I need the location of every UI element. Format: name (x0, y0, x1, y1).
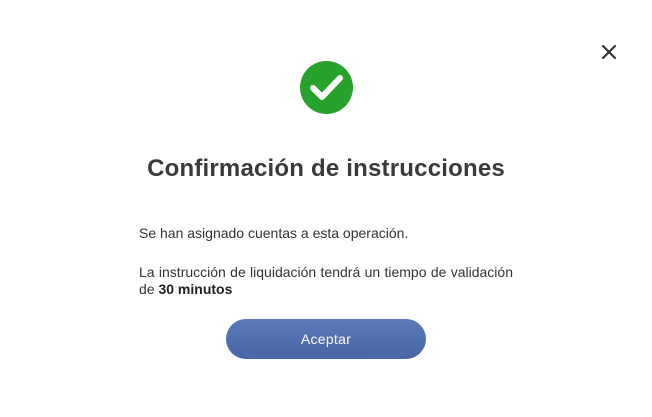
close-button[interactable] (598, 41, 620, 63)
confirmation-dialog: Confirmación de instrucciones Se han asi… (0, 0, 652, 417)
close-icon (601, 44, 617, 60)
assigned-accounts-message: Se han asignado cuentas a esta operación… (139, 225, 409, 241)
dialog-title: Confirmación de instrucciones (147, 155, 505, 182)
accept-button[interactable]: Aceptar (226, 319, 426, 359)
check-circle-icon (300, 61, 353, 114)
validation-time-value: 30 minutos (158, 281, 233, 297)
validation-time-message: La instrucción de liquidación tendrá un … (139, 264, 513, 298)
